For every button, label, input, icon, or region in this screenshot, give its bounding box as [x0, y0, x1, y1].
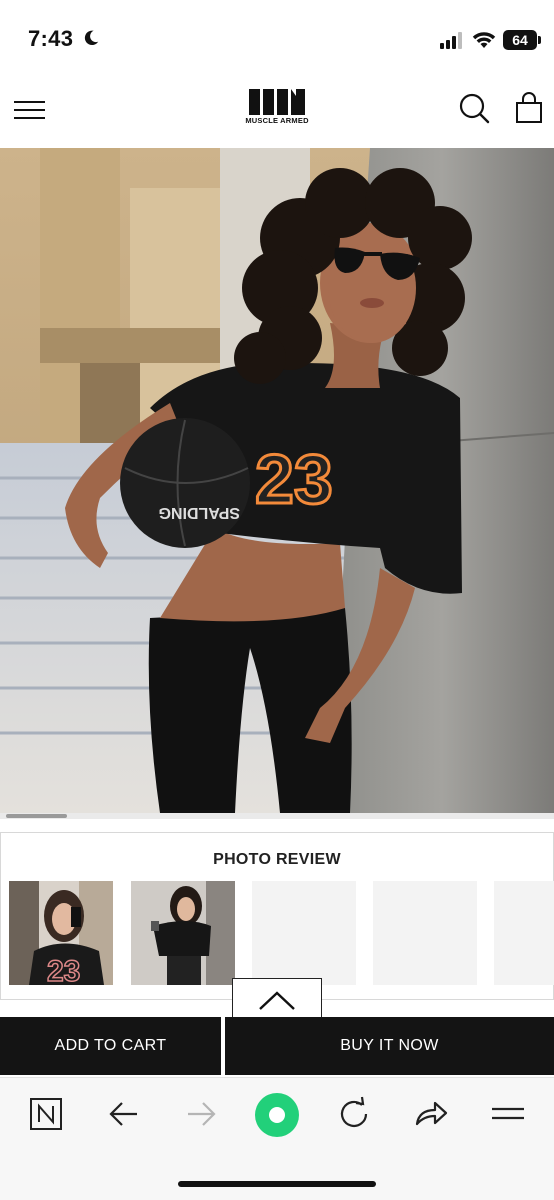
- review-photo-placeholder: [494, 881, 554, 985]
- search-icon[interactable]: [458, 92, 490, 124]
- product-hero-image[interactable]: 23 SPALDING: [0, 148, 554, 813]
- more-menu-icon[interactable]: [488, 1094, 528, 1134]
- scroll-to-top-button[interactable]: [232, 978, 322, 1020]
- status-time: 7:43: [28, 26, 74, 51]
- browser-toolbar: [0, 1077, 554, 1200]
- ball-text: SPALDING: [159, 504, 240, 521]
- site-header: MUSCLE ARMED: [0, 78, 554, 148]
- image-scrollbar-thumb[interactable]: [6, 814, 67, 818]
- review-photo-placeholder: [373, 881, 477, 985]
- purchase-bar: ADD TO CART BUY IT NOW: [0, 1017, 554, 1075]
- photo-review-title: PHOTO REVIEW: [213, 851, 341, 868]
- product-page: 7:43 64 MUSCLE ARMED 23 SPALDING PHOTO R…: [0, 0, 554, 1200]
- status-bar: 7:43 64: [0, 0, 554, 78]
- brand-name: MUSCLE ARMED: [245, 116, 309, 125]
- review-photo-image: 23: [9, 881, 113, 985]
- shopping-bag-icon[interactable]: [514, 92, 544, 124]
- menu-icon[interactable]: [12, 94, 48, 124]
- review-photo-placeholder: [252, 881, 356, 985]
- n-tab-icon[interactable]: [26, 1094, 66, 1134]
- image-scrollbar[interactable]: [0, 813, 554, 819]
- battery-icon: 64: [503, 30, 537, 50]
- brand-logo[interactable]: MUSCLE ARMED: [244, 86, 310, 130]
- review-photo-1[interactable]: 23: [9, 881, 113, 985]
- svg-text:23: 23: [47, 955, 80, 985]
- jersey-number: 23: [255, 440, 333, 518]
- back-arrow-icon[interactable]: [104, 1094, 144, 1134]
- signal-icon: [440, 32, 462, 49]
- share-icon[interactable]: [411, 1094, 451, 1134]
- logo-mark-icon: [249, 89, 305, 115]
- green-home-icon[interactable]: [254, 1092, 300, 1138]
- moon-icon: [84, 30, 99, 46]
- chevron-up-icon: [259, 991, 295, 1010]
- buy-now-button[interactable]: BUY IT NOW: [225, 1017, 554, 1075]
- reload-icon[interactable]: [334, 1094, 374, 1134]
- photo-review-section: PHOTO REVIEW 23: [0, 832, 554, 1000]
- forward-arrow-icon: [188, 1102, 216, 1126]
- review-photo-2[interactable]: [131, 881, 235, 985]
- model-photo: 23 SPALDING: [0, 148, 554, 813]
- battery-cap: [538, 36, 541, 44]
- wifi-icon: [472, 32, 496, 48]
- home-indicator: [178, 1181, 376, 1187]
- review-photo-image: [131, 881, 235, 985]
- add-to-cart-button[interactable]: ADD TO CART: [0, 1017, 221, 1075]
